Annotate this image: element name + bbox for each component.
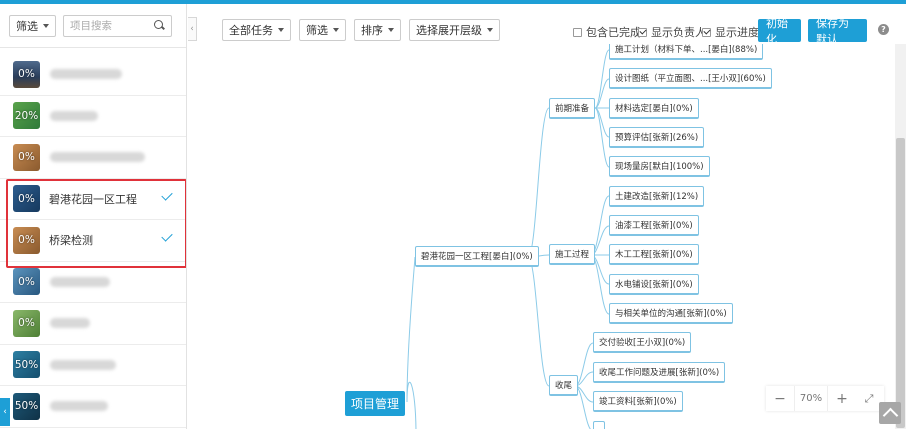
blurred-project-name bbox=[50, 69, 122, 80]
caret-down-icon bbox=[333, 28, 339, 32]
mindmap-task-node[interactable]: 水电铺设[张新](0%) bbox=[609, 274, 699, 295]
project-thumbnail: 20% bbox=[13, 102, 40, 130]
mindmap-phase-node[interactable]: 施工过程 bbox=[549, 244, 596, 265]
caret-down-icon bbox=[278, 28, 284, 32]
project-sidebar: 筛选 0% 20% 0% 0% 碧港花园一区工程 0% 桥梁检测 bbox=[0, 4, 187, 429]
main-toolbar: 全部任务 筛选 排序 选择展开层级 bbox=[222, 19, 500, 41]
blurred-project-name bbox=[50, 276, 110, 287]
mindmap-root-node[interactable]: 项目管理 bbox=[345, 391, 406, 416]
search-icon[interactable] bbox=[154, 20, 165, 31]
scrollbar-thumb[interactable] bbox=[896, 138, 905, 428]
mindmap-canvas[interactable]: 项目管理 碧港花园一区工程[晏白](0%) 前期准备 施工过程 收尾 施工计划（… bbox=[197, 44, 906, 429]
show-owner-label: 显示负责人 bbox=[651, 26, 706, 39]
zoom-controls: − 70% + ⤢ bbox=[766, 386, 884, 411]
project-thumbnail: 0% bbox=[13, 185, 40, 213]
all-tasks-dropdown[interactable]: 全部任务 bbox=[222, 19, 291, 41]
show-progress-label: 显示进度 bbox=[715, 26, 759, 39]
project-search-input[interactable] bbox=[70, 19, 148, 32]
mindmap-phase-node[interactable]: 收尾 bbox=[549, 375, 579, 396]
project-thumbnail: 50% bbox=[13, 392, 40, 420]
collapse-sidebar-handle[interactable]: ‹ bbox=[188, 17, 197, 41]
show-owner-checkbox[interactable] bbox=[638, 27, 647, 37]
expand-level-label: 选择展开层级 bbox=[416, 24, 482, 37]
project-thumbnail: 0% bbox=[13, 309, 40, 337]
zoom-level: 70% bbox=[794, 386, 828, 411]
caret-down-icon bbox=[487, 28, 493, 32]
caret-down-icon bbox=[388, 28, 394, 32]
project-search-box[interactable] bbox=[63, 14, 172, 37]
blurred-project-name bbox=[50, 318, 90, 329]
project-item[interactable]: 0% bbox=[0, 54, 186, 96]
project-item[interactable]: 0% 碧港花园一区工程 bbox=[0, 179, 186, 220]
back-to-top-button[interactable] bbox=[879, 402, 901, 424]
filter-dropdown[interactable]: 筛选 bbox=[299, 19, 346, 41]
sidebar-filter-dropdown[interactable]: 筛选 bbox=[9, 14, 56, 37]
project-item[interactable]: 0% 桥梁检测 bbox=[0, 220, 186, 262]
initialize-button[interactable]: 初始化 bbox=[758, 17, 801, 46]
project-name: 桥梁检测 bbox=[49, 234, 93, 248]
mindmap-task-node[interactable]: 设计图纸（平立面图、...[王小双](60%) bbox=[609, 68, 772, 89]
show-progress-checkbox[interactable] bbox=[702, 27, 711, 37]
sort-label: 排序 bbox=[361, 24, 383, 37]
blurred-project-name bbox=[50, 110, 98, 121]
filter-label: 筛选 bbox=[306, 24, 328, 37]
mindmap-task-node[interactable]: 土建改造[张新](12%) bbox=[609, 186, 705, 207]
project-thumbnail: 0% bbox=[13, 226, 40, 254]
project-item[interactable]: 50% bbox=[0, 345, 186, 386]
project-thumbnail: 50% bbox=[13, 351, 40, 379]
mindmap-task-node[interactable]: 施工计划（材料下单、...[晏白](88%) bbox=[609, 44, 764, 60]
all-tasks-label: 全部任务 bbox=[229, 24, 273, 37]
show-progress-option[interactable]: 显示进度 bbox=[702, 24, 759, 40]
blurred-project-name bbox=[50, 359, 116, 370]
include-completed-option[interactable]: 包含已完成 bbox=[573, 24, 641, 40]
include-completed-label: 包含已完成 bbox=[586, 26, 641, 39]
mindmap-task-node[interactable]: 交付验收[王小双](0%) bbox=[593, 332, 692, 353]
project-item[interactable]: 0% bbox=[0, 262, 186, 303]
project-thumbnail: 0% bbox=[13, 268, 40, 296]
help-icon[interactable]: ? bbox=[878, 24, 889, 35]
mindmap-phase-node[interactable]: 前期准备 bbox=[549, 98, 596, 119]
zoom-out-button[interactable]: − bbox=[766, 391, 794, 407]
sort-dropdown[interactable]: 排序 bbox=[354, 19, 401, 41]
project-item[interactable]: 20% bbox=[0, 96, 186, 137]
caret-down-icon bbox=[43, 23, 49, 28]
show-owner-option[interactable]: 显示负责人 bbox=[638, 24, 706, 40]
zoom-in-button[interactable]: + bbox=[828, 391, 856, 407]
mindmap-task-node[interactable]: 竣工资料[张新](0%) bbox=[593, 391, 683, 412]
blurred-project-name bbox=[50, 401, 108, 412]
mindmap-task-node[interactable]: 收尾工作问题及进展[张新](0%) bbox=[593, 362, 726, 383]
save-default-button[interactable]: 保存为默认 bbox=[808, 17, 867, 46]
sidebar-filter-label: 筛选 bbox=[16, 19, 38, 33]
project-item[interactable]: 50% bbox=[0, 386, 186, 428]
expand-level-dropdown[interactable]: 选择展开层级 bbox=[409, 19, 500, 41]
project-item[interactable]: 0% bbox=[0, 303, 186, 345]
chevron-left-icon[interactable]: ‹ bbox=[0, 398, 10, 426]
project-thumbnail: 0% bbox=[13, 143, 40, 171]
project-list: 0% 20% 0% 0% 碧港花园一区工程 0% 桥梁检测 0% 0% 50% … bbox=[0, 54, 186, 428]
mindmap-task-node[interactable]: 与相关单位的沟通[张新](0%) bbox=[609, 303, 733, 324]
project-thumbnail: 0% bbox=[13, 60, 40, 88]
mindmap-task-node[interactable]: 油漆工程[张新](0%) bbox=[609, 215, 699, 236]
project-item[interactable]: 0% bbox=[0, 137, 186, 179]
vertical-scrollbar[interactable] bbox=[895, 44, 906, 429]
blurred-project-name bbox=[50, 152, 145, 163]
mindmap-task-node[interactable]: 预算评估[张新](26%) bbox=[609, 127, 705, 148]
mindmap-task-node[interactable]: 材料选定[晏白](0%) bbox=[609, 98, 699, 119]
mindmap-task-node[interactable]: 木工工程[张新](0%) bbox=[609, 244, 699, 265]
mindmap-task-node-partial[interactable] bbox=[593, 421, 605, 429]
checkmark-icon bbox=[161, 188, 173, 201]
include-completed-checkbox[interactable] bbox=[573, 27, 582, 37]
sidebar-toolbar: 筛选 bbox=[0, 4, 186, 48]
mindmap-project-node[interactable]: 碧港花园一区工程[晏白](0%) bbox=[415, 246, 539, 267]
mindmap-task-node[interactable]: 现场量房[默白](100%) bbox=[609, 156, 710, 177]
checkmark-icon bbox=[161, 230, 173, 242]
project-name: 碧港花园一区工程 bbox=[49, 192, 137, 206]
